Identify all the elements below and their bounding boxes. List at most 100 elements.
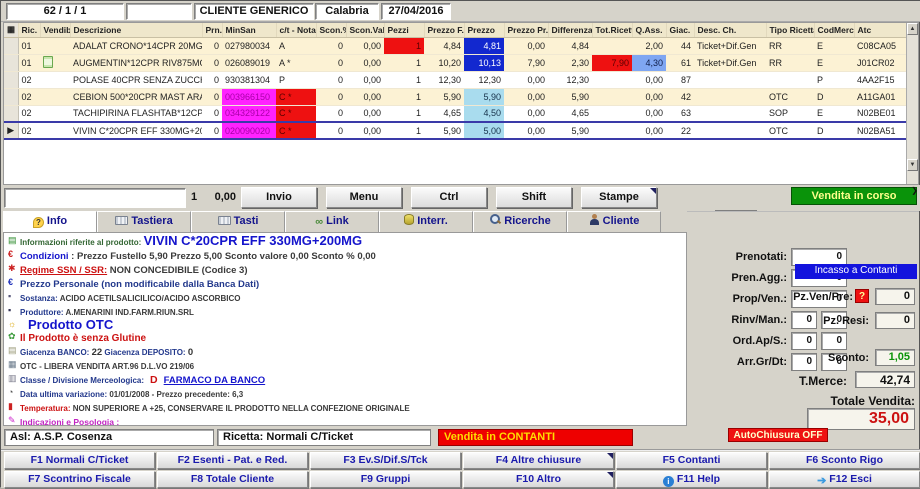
f5-button[interactable]: F5 Contanti xyxy=(616,452,767,469)
vertical-scrollbar[interactable]: ▲ ▼ xyxy=(906,23,918,184)
info-text: 22 xyxy=(92,347,103,358)
column-header[interactable]: Differenza xyxy=(548,23,592,37)
f11-button[interactable]: F11 Help xyxy=(616,471,767,488)
shift-button[interactable]: Shift xyxy=(496,187,572,208)
table-row[interactable]: 02CEBION 500*20CPR MAST ARANCIA000396615… xyxy=(4,88,908,105)
asl-field[interactable]: Asl: A.S.P. Cosenza xyxy=(4,429,214,446)
ctrl-button[interactable]: Ctrl xyxy=(411,187,487,208)
table-cell: 4,65 xyxy=(548,105,592,122)
table-cell: 0,00 xyxy=(504,71,548,88)
column-header[interactable]: Scon.Val. xyxy=(346,23,384,37)
table-row[interactable]: 01ADALAT CRONO*14CPR 20MG RM0027980034A0… xyxy=(4,37,908,54)
scroll-down-icon[interactable]: ▼ xyxy=(907,159,918,171)
chevron-right-icon[interactable]: ❯ xyxy=(911,186,918,195)
tab-cliente[interactable]: Cliente xyxy=(567,211,661,232)
table-cell: D xyxy=(814,88,854,105)
table-cell: 0,00 xyxy=(504,105,548,122)
table-row[interactable]: 01AUGMENTIN*12CPR RIV875MG+125MG00260890… xyxy=(4,54,908,71)
tab-interr[interactable]: Interr. xyxy=(379,211,473,232)
column-header[interactable]: Atc xyxy=(854,23,908,37)
info-text: Indicazioni e Posologia : xyxy=(20,417,119,426)
table-cell: CEBION 500*20CPR MAST ARANCIA xyxy=(70,88,202,105)
table-cell: 027980034 xyxy=(222,37,276,54)
column-header[interactable]: Tipo Ricetta xyxy=(766,23,814,37)
f6-button[interactable]: F6 Sconto Rigo xyxy=(769,452,920,469)
table-cell: 02 xyxy=(18,122,40,139)
table-row[interactable]: ▶02VIVIN C*20CPR EFF 330MG+200MG00200900… xyxy=(4,122,908,139)
table-cell: C08CA05 xyxy=(854,37,908,54)
table-cell: 63 xyxy=(666,105,694,122)
column-header[interactable]: Giac. xyxy=(666,23,694,37)
column-header[interactable]: Ric. xyxy=(18,23,40,37)
column-header[interactable]: MinSan xyxy=(222,23,276,37)
f12-button[interactable]: F12 Esci xyxy=(769,471,920,488)
help-question-button[interactable]: ? xyxy=(855,289,869,303)
column-header[interactable]: Q.Ass. xyxy=(632,23,666,37)
info-text: FARMACO DA BANCO xyxy=(164,375,266,386)
stampe-button[interactable]: Stampe xyxy=(581,187,657,208)
counter-field[interactable]: 0 xyxy=(821,332,847,350)
scan-input[interactable] xyxy=(4,188,186,208)
column-header[interactable]: Prezzo xyxy=(464,23,504,37)
table-cell xyxy=(694,71,766,88)
tmerce-field: 42,74 xyxy=(855,371,915,388)
f4-button[interactable]: F4 Altre chiusure xyxy=(463,452,614,469)
column-header[interactable]: Descrizione xyxy=(70,23,202,37)
f8-button[interactable]: F8 Totale Cliente xyxy=(157,471,308,488)
tab-link[interactable]: Link xyxy=(285,211,379,232)
status-row: Asl: A.S.P. Cosenza Ricetta: Normali C/T… xyxy=(1,428,920,447)
fkey-label: F5 Contanti xyxy=(663,454,721,466)
column-header[interactable]: Tot.Ricetta xyxy=(592,23,632,37)
tab-label: Info xyxy=(47,215,67,227)
f3-button[interactable]: F3 Ev.S/Dif.S/Tck xyxy=(310,452,461,469)
f7-button[interactable]: F7 Scontrino Fiscale xyxy=(4,471,155,488)
table-row[interactable]: 02TACHIPIRINA FLASHTAB*12CPR 25000343291… xyxy=(4,105,908,122)
pzresi-label: Pz. Resi: xyxy=(769,315,869,327)
table-cell: POLASE 40CPR SENZA ZUCCHERO xyxy=(70,71,202,88)
counter-field[interactable]: 0 xyxy=(791,332,817,350)
info-line: Il Prodotto è senza Glutine xyxy=(8,331,682,344)
column-header[interactable]: Prn. xyxy=(202,23,222,37)
table-cell: 12,30 xyxy=(548,71,592,88)
tab-info[interactable]: Info xyxy=(3,211,97,232)
date-field[interactable]: 27/04/2016 xyxy=(381,3,451,20)
menu-button[interactable]: Menu xyxy=(326,187,402,208)
column-header[interactable]: Vendibilità xyxy=(40,23,70,37)
client-field[interactable]: CLIENTE GENERICO xyxy=(194,3,314,20)
f9-button[interactable]: F9 Gruppi xyxy=(310,471,461,488)
column-header[interactable]: Prezzo F. xyxy=(424,23,464,37)
sale-type-badge: Vendita in CONTANTI xyxy=(438,429,633,446)
class-icon xyxy=(8,373,20,384)
column-header[interactable]: Pezzi xyxy=(384,23,424,37)
region-field[interactable]: Calabria xyxy=(315,3,379,20)
table-cell: P xyxy=(276,71,316,88)
tab-tastiera[interactable]: Tastiera xyxy=(97,211,191,232)
column-header[interactable]: Scon.% xyxy=(316,23,346,37)
table-row[interactable]: 02POLASE 40CPR SENZA ZUCCHERO0930381304P… xyxy=(4,71,908,88)
tab-tasti[interactable]: Tasti xyxy=(191,211,285,232)
table-cell: 0 xyxy=(202,88,222,105)
document-icon xyxy=(43,56,53,68)
tab-ricerche[interactable]: Ricerche xyxy=(473,211,567,232)
f2-button[interactable]: F2 Esenti - Pat. e Red. xyxy=(157,452,308,469)
table-cell: 7,90 xyxy=(592,54,632,71)
column-header[interactable]: CodMerc xyxy=(814,23,854,37)
info-text: 01/01/2008 - Prezzo precedente: 6,3 xyxy=(109,390,243,399)
column-header[interactable]: Desc. Ch. xyxy=(694,23,766,37)
column-header[interactable]: c/t - Nota xyxy=(276,23,316,37)
tab-label: Tastiera xyxy=(131,215,172,227)
ricetta-field[interactable]: Ricetta: Normali C/Ticket xyxy=(217,429,431,446)
pzven-field: 0 xyxy=(875,288,915,305)
table-cell: 12,30 xyxy=(464,71,504,88)
spare-field[interactable] xyxy=(126,3,192,20)
scroll-up-icon[interactable]: ▲ xyxy=(907,23,918,35)
invio-button[interactable]: Invio xyxy=(241,187,317,208)
table-cell: 0 xyxy=(202,54,222,71)
table-cell: C * xyxy=(276,88,316,105)
column-header[interactable]: Prezzo Pr. xyxy=(504,23,548,37)
f1-button[interactable]: F1 Normali C/Ticket xyxy=(4,452,155,469)
table-cell: D xyxy=(814,122,854,139)
info-text: D xyxy=(150,374,158,386)
table-cell: 4,50 xyxy=(464,105,504,122)
f10-button[interactable]: F10 Altro xyxy=(463,471,614,488)
